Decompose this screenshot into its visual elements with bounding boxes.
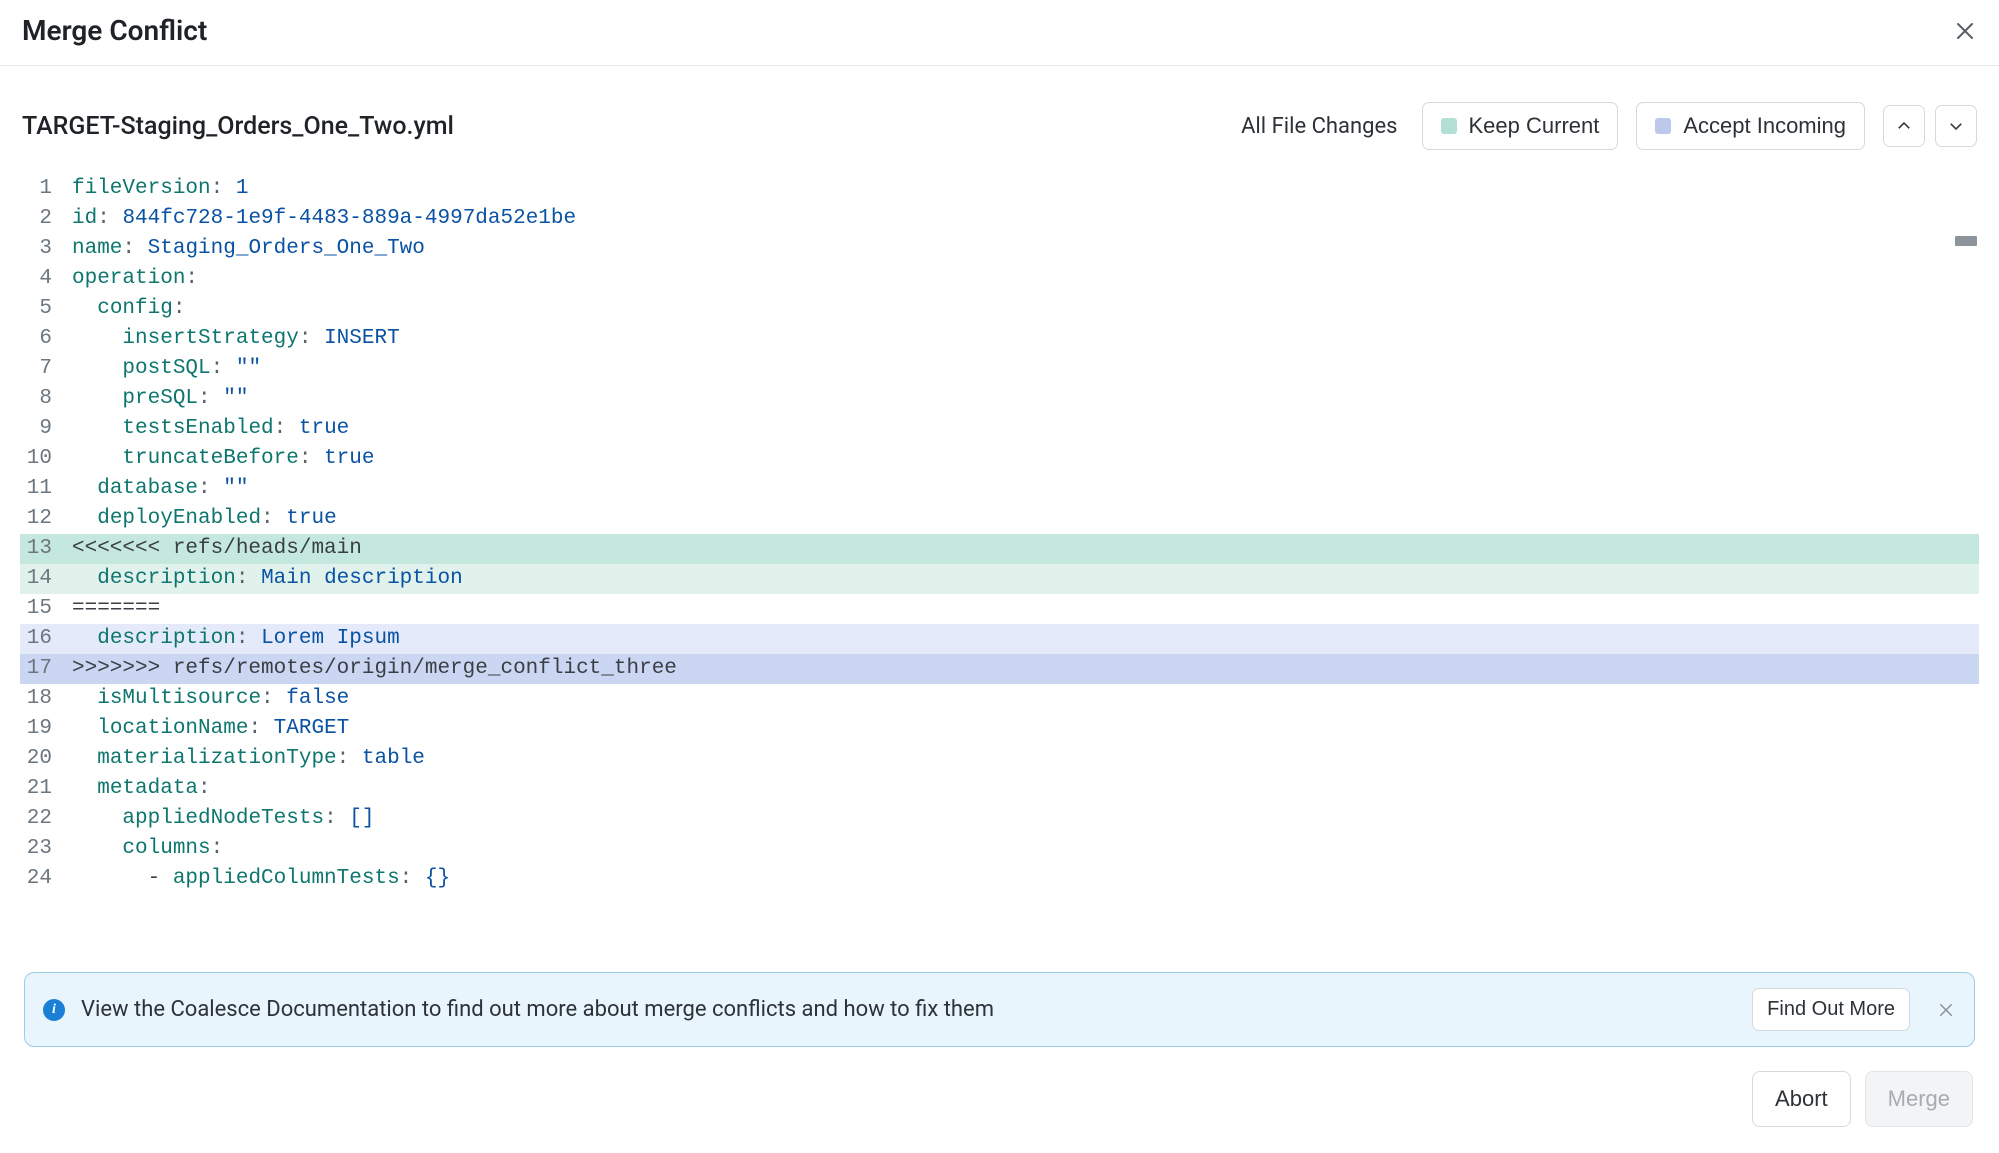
code-line[interactable]: 11 database: "" (20, 474, 1979, 504)
line-number: 12 (20, 504, 72, 534)
line-number: 21 (20, 774, 72, 804)
line-number: 14 (20, 564, 72, 594)
line-number: 20 (20, 744, 72, 774)
info-banner: i View the Coalesce Documentation to fin… (24, 972, 1975, 1047)
line-number: 16 (20, 624, 72, 654)
code-line[interactable]: 23 columns: (20, 834, 1979, 864)
code-line[interactable]: 9 testsEnabled: true (20, 414, 1979, 444)
keep-current-swatch (1441, 118, 1457, 134)
code-line[interactable]: 7 postSQL: "" (20, 354, 1979, 384)
code-content: id: 844fc728-1e9f-4483-889a-4997da52e1be (72, 204, 1979, 234)
code-content: postSQL: "" (72, 354, 1979, 384)
keep-current-label: Keep Current (1469, 115, 1600, 137)
code-line[interactable]: 8 preSQL: "" (20, 384, 1979, 414)
code-line[interactable]: 21 metadata: (20, 774, 1979, 804)
code-content: metadata: (72, 774, 1979, 804)
code-line[interactable]: 1fileVersion: 1 (20, 174, 1979, 204)
line-number: 24 (20, 864, 72, 894)
line-number: 17 (20, 654, 72, 684)
code-content: operation: (72, 264, 1979, 294)
line-number: 23 (20, 834, 72, 864)
code-line[interactable]: 14 description: Main description (20, 564, 1979, 594)
titlebar: Merge Conflict (0, 0, 1999, 66)
code-line[interactable]: 10 truncateBefore: true (20, 444, 1979, 474)
code-content: ======= (72, 594, 1979, 624)
code-line[interactable]: 19 locationName: TARGET (20, 714, 1979, 744)
prev-conflict-button[interactable] (1883, 105, 1925, 147)
line-number: 4 (20, 264, 72, 294)
line-number: 8 (20, 384, 72, 414)
code-line[interactable]: 3name: Staging_Orders_One_Two (20, 234, 1979, 264)
close-icon[interactable] (1953, 19, 1977, 43)
code-content: deployEnabled: true (72, 504, 1979, 534)
code-line[interactable]: 24 - appliedColumnTests: {} (20, 864, 1979, 894)
code-content: description: Main description (72, 564, 1979, 594)
code-content: truncateBefore: true (72, 444, 1979, 474)
scroll-marker (1955, 236, 1977, 246)
line-number: 3 (20, 234, 72, 264)
code-content: fileVersion: 1 (72, 174, 1979, 204)
line-number: 9 (20, 414, 72, 444)
code-line[interactable]: 12 deployEnabled: true (20, 504, 1979, 534)
code-line[interactable]: 4operation: (20, 264, 1979, 294)
code-line[interactable]: 18 isMultisource: false (20, 684, 1979, 714)
code-content: columns: (72, 834, 1979, 864)
code-line[interactable]: 13<<<<<<< refs/heads/main (20, 534, 1979, 564)
code-content: - appliedColumnTests: {} (72, 864, 1979, 894)
code-line[interactable]: 22 appliedNodeTests: [] (20, 804, 1979, 834)
merge-button[interactable]: Merge (1865, 1071, 1973, 1127)
line-number: 19 (20, 714, 72, 744)
code-editor[interactable]: 1fileVersion: 12id: 844fc728-1e9f-4483-8… (0, 174, 1999, 956)
code-content: preSQL: "" (72, 384, 1979, 414)
line-number: 11 (20, 474, 72, 504)
info-icon: i (43, 999, 65, 1021)
dialog-title: Merge Conflict (22, 14, 207, 47)
line-number: 18 (20, 684, 72, 714)
line-number: 1 (20, 174, 72, 204)
code-line[interactable]: 16 description: Lorem Ipsum (20, 624, 1979, 654)
abort-button[interactable]: Abort (1752, 1071, 1851, 1127)
line-number: 13 (20, 534, 72, 564)
code-content: appliedNodeTests: [] (72, 804, 1979, 834)
code-content: testsEnabled: true (72, 414, 1979, 444)
accept-incoming-button[interactable]: Accept Incoming (1636, 102, 1865, 150)
code-content: >>>>>>> refs/remotes/origin/merge_confli… (72, 654, 1979, 684)
code-content: name: Staging_Orders_One_Two (72, 234, 1979, 264)
line-number: 10 (20, 444, 72, 474)
find-out-more-button[interactable]: Find Out More (1752, 988, 1910, 1031)
chevron-up-icon (1895, 117, 1913, 135)
code-content: <<<<<<< refs/heads/main (72, 534, 1979, 564)
code-content: isMultisource: false (72, 684, 1979, 714)
line-number: 2 (20, 204, 72, 234)
dialog-footer: Abort Merge (0, 1047, 1999, 1153)
code-content: database: "" (72, 474, 1979, 504)
code-line[interactable]: 15======= (20, 594, 1979, 624)
accept-incoming-label: Accept Incoming (1683, 115, 1846, 137)
code-content: materializationType: table (72, 744, 1979, 774)
next-conflict-button[interactable] (1935, 105, 1977, 147)
code-line[interactable]: 6 insertStrategy: INSERT (20, 324, 1979, 354)
code-line[interactable]: 20 materializationType: table (20, 744, 1979, 774)
keep-current-button[interactable]: Keep Current (1422, 102, 1619, 150)
code-content: description: Lorem Ipsum (72, 624, 1979, 654)
code-content: locationName: TARGET (72, 714, 1979, 744)
code-line[interactable]: 2id: 844fc728-1e9f-4483-889a-4997da52e1b… (20, 204, 1979, 234)
line-number: 5 (20, 294, 72, 324)
code-content: config: (72, 294, 1979, 324)
file-toolbar: TARGET-Staging_Orders_One_Two.yml All Fi… (0, 66, 1999, 174)
accept-incoming-swatch (1655, 118, 1671, 134)
line-number: 6 (20, 324, 72, 354)
code-line[interactable]: 5 config: (20, 294, 1979, 324)
code-content: insertStrategy: INSERT (72, 324, 1979, 354)
chevron-down-icon (1947, 117, 1965, 135)
line-number: 22 (20, 804, 72, 834)
info-banner-text: View the Coalesce Documentation to find … (81, 997, 1736, 1022)
all-file-changes-label: All File Changes (1241, 114, 1397, 139)
line-number: 7 (20, 354, 72, 384)
file-name: TARGET-Staging_Orders_One_Two.yml (22, 112, 454, 141)
banner-close-icon[interactable] (1936, 1000, 1956, 1020)
scroll-overview[interactable] (1963, 234, 1977, 956)
line-number: 15 (20, 594, 72, 624)
code-line[interactable]: 17>>>>>>> refs/remotes/origin/merge_conf… (20, 654, 1979, 684)
